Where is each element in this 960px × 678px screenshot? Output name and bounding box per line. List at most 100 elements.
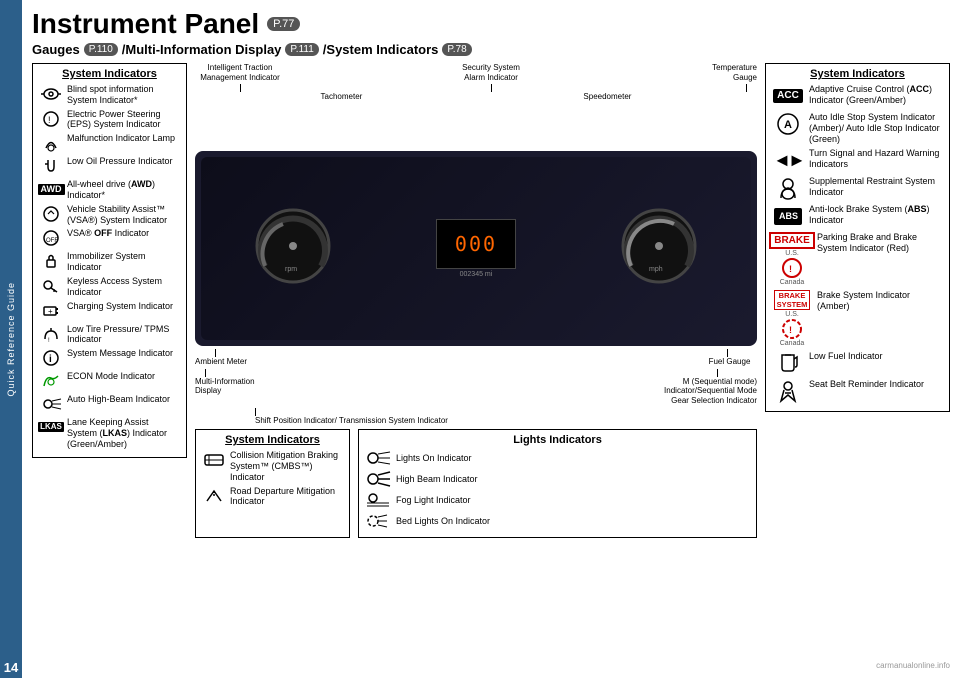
immobilizer-text: Immobilizer System Indicator [67,251,180,273]
tpms-icon: ! [39,324,63,344]
list-item: Seat Belt Reminder Indicator [772,379,943,403]
brake-system-icons: BRAKESYSTEM U.S. ! Canada [772,290,812,347]
immobilizer-icon [39,251,63,271]
left-section-title: System Indicators [39,68,180,80]
system-message-text: System Message Indicator [67,348,180,359]
auto-idle-icon: A [772,112,804,136]
cmbs-text: Collision Mitigation Braking System™ (CM… [230,450,343,482]
rdm-text: Road Departure Mitigation Indicator [230,486,343,508]
title-ref1: P.77 [267,17,300,31]
list-item: Immobilizer System Indicator [39,251,180,273]
content-grid: System Indicators Blind spot information… [32,63,950,670]
svg-text:rpm: rpm [285,266,297,273]
abs-badge: ABS [774,208,802,225]
list-item: LKAS Lane Keeping Assist System (LKAS) I… [39,417,180,449]
high-beam-text: High Beam Indicator [396,474,750,485]
list-item: ECON Mode Indicator [39,371,180,391]
econ-icon [39,371,63,391]
fog-light-text: Fog Light Indicator [396,495,750,506]
tpms-text: Low Tire Pressure/ TPMS Indicator [67,324,180,346]
auto-highbeam-text: Auto High-Beam Indicator [67,394,180,405]
sidebar: Quick Reference Guide [0,0,22,678]
ref3: P.111 [285,43,318,56]
list-item: Lights On Indicator [365,449,750,467]
system-message-icon: i [39,348,63,368]
svg-text:!: ! [789,325,792,335]
seatbelt-icon [772,379,804,403]
us-label2: U.S. [785,311,799,318]
svg-text:!: ! [789,264,792,274]
blind-spot-text: Blind spot information System Indicator* [67,84,180,106]
speedometer-gauge: mph [619,206,699,291]
svg-text:i: i [49,354,52,365]
bottom-label-row: Ambient Meter Fuel Gauge [195,349,757,367]
svg-text:!: ! [48,338,50,343]
dashboard-image: rpm 000 002345 mi [195,151,757,346]
list-item: Malfunction Indicator Lamp [39,133,180,153]
list-item: ! Low Tire Pressure/ TPMS Indicator [39,324,180,346]
list-item: Low Oil Pressure Indicator [39,156,180,176]
sequential-mode-label: M (Sequential mode) Indicator/Sequential… [657,369,757,406]
parking-brake-text: Parking Brake and Brake System Indicator… [817,232,943,254]
svg-text:mph: mph [649,266,663,273]
subtitle: Gauges P.110 /Multi-Information Display … [32,42,950,57]
fuel-gauge-label: Fuel Gauge [702,349,757,367]
brake-badge: BRAKE [769,232,815,249]
brake-system-badge: BRAKESYSTEM [774,290,811,310]
seatbelt-text: Seat Belt Reminder Indicator [809,379,943,390]
ambient-meter-label: Ambient Meter [195,349,265,367]
oil-icon [39,156,63,176]
vsa-text: Vehicle Stability Assist™ (VSA®) System … [67,204,180,226]
ref4: P.78 [442,43,471,56]
charging-icon: + [39,301,63,321]
mil-icon [39,133,63,153]
right-system-indicators-box: System Indicators ACC Adaptive Cruise Co… [765,63,950,412]
security-alarm-label: Security System Alarm Indicator [451,63,531,82]
eps-text: Electric Power Steering (EPS) System Ind… [67,109,180,131]
list-item: Fog Light Indicator [365,491,750,509]
high-beam-icon [365,470,391,488]
list-item: Auto High-Beam Indicator [39,394,180,414]
list-item: Collision Mitigation Braking System™ (CM… [202,450,343,482]
lights-on-icon [365,449,391,467]
left-system-indicators-box: System Indicators Blind spot information… [32,63,187,458]
center-section: Intelligent Traction Management Indicato… [195,63,757,670]
vsa-icon [39,204,63,224]
cmbs-icon [202,450,226,470]
turn-signal-icon: ◄► [772,148,804,172]
intelligent-traction-label: Intelligent Traction Management Indicato… [195,63,285,82]
bed-lights-icon [365,512,391,530]
lights-title: Lights Indicators [365,434,750,446]
bottom-sys-title: System Indicators [202,434,343,446]
list-item: AWD All-wheel drive (AWD) Indicator* [39,179,180,201]
acc-icon: ACC [772,84,804,108]
blind-spot-icon [39,84,63,104]
vsa-off-icon: OFF [39,228,63,248]
list-item: ACC Adaptive Cruise Control (ACC) Indica… [772,84,943,108]
dash-inner: rpm 000 002345 mi [201,157,751,340]
top-label-row: Intelligent Traction Management Indicato… [195,63,757,82]
brake-system-text: Brake System Indicator (Amber) [817,290,943,312]
auto-highbeam-icon [39,394,63,414]
list-item: OFF VSA® OFF Indicator [39,228,180,248]
us-label: U.S. [785,250,799,257]
acc-badge: ACC [773,89,803,103]
right-section-title: System Indicators [772,68,943,80]
left-indicators-panel: System Indicators Blind spot information… [32,63,187,670]
list-item: BRAKE U.S. ! Canada Parking Brake and Br… [772,232,943,286]
bottom-row: System Indicators Collision Mitigation B… [195,429,757,538]
multi-info-label: Multi-Information Display [195,369,275,406]
list-item: Keyless Access System Indicator [39,276,180,298]
svg-text:+: + [48,307,53,316]
turn-signal-text: Turn Signal and Hazard Warning Indicator… [809,148,943,170]
low-fuel-icon [772,351,804,375]
list-item: Road Departure Mitigation Indicator [202,486,343,508]
list-item: + Charging System Indicator [39,301,180,321]
watermark: carmanualonline.info [876,661,950,670]
svg-text:A: A [784,119,792,131]
sidebar-label: Quick Reference Guide [6,282,16,397]
page-title: Instrument Panel P.77 [32,8,950,40]
awd-badge: AWD [38,184,65,195]
trip-display: 002345 mi [436,271,516,278]
gauge-label-row: Tachometer Speedometer [195,92,757,101]
